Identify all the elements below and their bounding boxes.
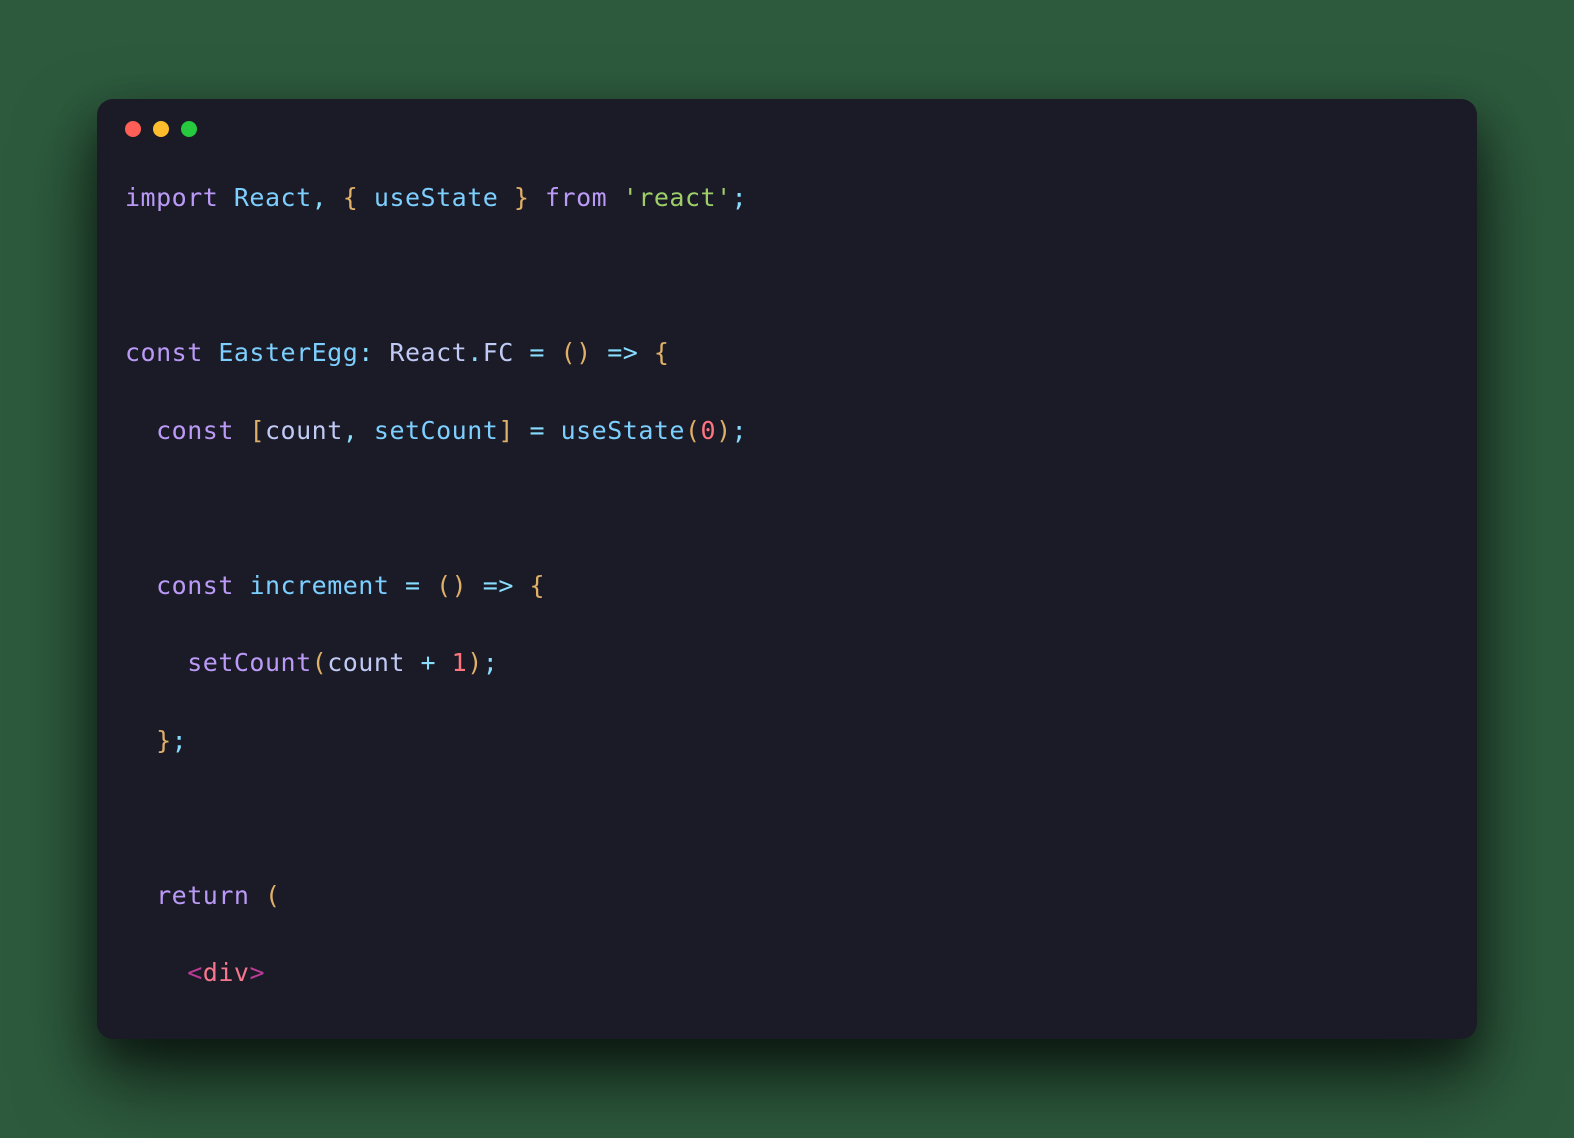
code-line: <a href="https://gudweb.marcusbillman.co… bbox=[125, 1032, 1449, 1040]
func-usestate: useState bbox=[561, 416, 685, 445]
identifier-setcount: setCount bbox=[374, 416, 498, 445]
punct-dot: . bbox=[467, 338, 483, 367]
operator-arrow: => bbox=[483, 571, 514, 600]
keyword-const: const bbox=[125, 338, 203, 367]
code-line: setCount(count + 1); bbox=[125, 644, 1449, 683]
code-line: return ( bbox=[125, 877, 1449, 916]
bracket-open: { bbox=[654, 338, 670, 367]
paren-open: ( bbox=[312, 648, 328, 677]
paren-close: ) bbox=[467, 648, 483, 677]
tag-bracket-close: > bbox=[249, 958, 265, 987]
punct-comma: , bbox=[312, 183, 328, 212]
code-line-empty bbox=[125, 799, 1449, 838]
minimize-button[interactable] bbox=[153, 121, 169, 137]
keyword-const: const bbox=[156, 571, 234, 600]
number-zero: 0 bbox=[701, 416, 717, 445]
punct-semi: ; bbox=[483, 648, 499, 677]
bracket-close: } bbox=[156, 726, 172, 755]
tag-bracket-close: > bbox=[872, 1036, 888, 1040]
code-line: }; bbox=[125, 722, 1449, 761]
paren-open: ( bbox=[436, 571, 452, 600]
code-line-empty bbox=[125, 489, 1449, 528]
attr-href: href bbox=[265, 1036, 327, 1040]
identifier-easteregg: EasterEgg bbox=[218, 338, 358, 367]
paren-close: ) bbox=[452, 571, 468, 600]
tag-a: a bbox=[234, 1036, 250, 1040]
identifier-react: React bbox=[234, 183, 312, 212]
bracket-open: { bbox=[529, 571, 545, 600]
paren-open: ( bbox=[685, 416, 701, 445]
operator-eq: = bbox=[405, 571, 421, 600]
code-line: const [count, setCount] = useState(0); bbox=[125, 412, 1449, 451]
identifier-usestate: useState bbox=[374, 183, 498, 212]
attr-url: "https://gudweb.marcusbillman.com" bbox=[343, 1036, 872, 1040]
editor-window: import React, { useState } from 'react';… bbox=[97, 99, 1477, 1039]
func-setcount: setCount bbox=[187, 648, 311, 677]
type-react: React bbox=[389, 338, 467, 367]
code-line: const EasterEgg: React.FC = () => { bbox=[125, 334, 1449, 373]
paren-open: ( bbox=[561, 338, 577, 367]
code-editor[interactable]: import React, { useState } from 'react';… bbox=[97, 159, 1477, 1039]
close-button[interactable] bbox=[125, 121, 141, 137]
maximize-button[interactable] bbox=[181, 121, 197, 137]
keyword-import: import bbox=[125, 183, 218, 212]
bracket-open: { bbox=[343, 183, 359, 212]
operator-eq: = bbox=[529, 338, 545, 367]
code-line-empty bbox=[125, 257, 1449, 296]
punct-comma: , bbox=[343, 416, 359, 445]
tag-bracket-open: < bbox=[218, 1036, 234, 1040]
keyword-const: const bbox=[156, 416, 234, 445]
bracket-close: ] bbox=[498, 416, 514, 445]
keyword-return: return bbox=[156, 881, 249, 910]
operator-eq: = bbox=[529, 416, 545, 445]
identifier-increment: increment bbox=[249, 571, 389, 600]
paren-close: ) bbox=[576, 338, 592, 367]
tag-div: div bbox=[203, 958, 250, 987]
code-line: import React, { useState } from 'react'; bbox=[125, 179, 1449, 218]
window-titlebar bbox=[97, 99, 1477, 159]
number-one: 1 bbox=[452, 648, 468, 677]
punct-semi: ; bbox=[732, 416, 748, 445]
jsx-text: Cool bbox=[887, 1036, 949, 1040]
operator-plus: + bbox=[421, 648, 437, 677]
paren-open: ( bbox=[265, 881, 281, 910]
punct-colon: : bbox=[358, 338, 374, 367]
keyword-from: from bbox=[545, 183, 607, 212]
operator-arrow: => bbox=[607, 338, 638, 367]
identifier-count: count bbox=[327, 648, 405, 677]
type-fc: FC bbox=[483, 338, 514, 367]
tag-bracket-open: < bbox=[187, 958, 203, 987]
string-react: 'react' bbox=[623, 183, 732, 212]
code-line: const increment = () => { bbox=[125, 567, 1449, 606]
bracket-open: [ bbox=[249, 416, 265, 445]
paren-close: ) bbox=[716, 416, 732, 445]
punct-semi: ; bbox=[172, 726, 188, 755]
code-line: <div> bbox=[125, 954, 1449, 993]
punct-eq: = bbox=[327, 1036, 343, 1040]
identifier-count: count bbox=[265, 416, 343, 445]
bracket-close: } bbox=[514, 183, 530, 212]
punct-semi: ; bbox=[732, 183, 748, 212]
